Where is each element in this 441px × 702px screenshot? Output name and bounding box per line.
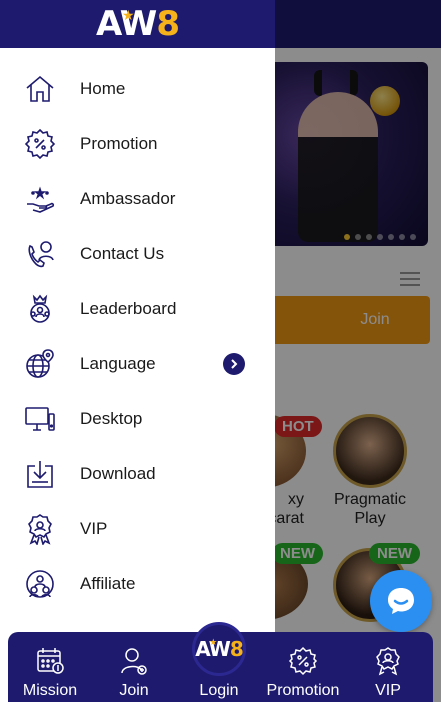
contact-phone-icon [24, 238, 56, 270]
drawer-item-label: Promotion [80, 133, 158, 153]
drawer-item-affiliate[interactable]: Affiliate [0, 556, 275, 611]
nav-vip-label: VIP [375, 682, 401, 699]
join-user-plus-icon [121, 648, 147, 675]
aw8-logo[interactable]: ★ AW8 [96, 4, 180, 44]
logo-star-icon: ★ [122, 8, 135, 24]
drawer-item-vip[interactable]: VIP [0, 501, 275, 556]
drawer-header: ★ AW8 [0, 0, 275, 48]
drawer-item-download[interactable]: Download [0, 446, 275, 501]
drawer-menu: Home Promotion Ambassador Contact Us Lea… [0, 61, 275, 611]
drawer-item-label: Leaderboard [80, 298, 177, 318]
mission-calendar-icon [37, 648, 64, 674]
live-chat-button[interactable] [370, 570, 432, 632]
drawer-item-contact-us[interactable]: Contact Us [0, 226, 275, 281]
desktop-monitor-icon [24, 403, 56, 435]
leaderboard-crown-icon [24, 293, 56, 325]
drawer-item-label: VIP [80, 518, 108, 538]
nav-login-label: Login [199, 682, 239, 699]
nav-join[interactable]: Join [94, 646, 174, 702]
drawer-item-label: Affiliate [80, 573, 136, 593]
bottom-nav: Mission Join ★ AW8 Login Promotion VIP [8, 622, 433, 702]
nav-promotion-label: Promotion [266, 682, 340, 699]
promotion-percent-icon [24, 128, 56, 160]
drawer-item-label: Home [80, 78, 126, 98]
drawer-item-home[interactable]: Home [0, 61, 275, 116]
drawer-item-promotion[interactable]: Promotion [0, 116, 275, 171]
nav-promotion[interactable]: Promotion [263, 646, 343, 702]
promotion-percent-icon [288, 646, 318, 676]
drawer-item-label: Download [80, 463, 156, 483]
side-drawer: ★ AW8 Home Promotion Ambassador Contact … [0, 0, 275, 702]
drawer-item-ambassador[interactable]: Ambassador [0, 171, 275, 226]
drawer-item-label: Desktop [80, 408, 143, 428]
language-globe-icon [24, 348, 56, 380]
nav-mission-label: Mission [22, 682, 78, 699]
chevron-right-icon[interactable] [223, 353, 245, 375]
chat-bubble-icon [388, 588, 414, 614]
affiliate-people-icon [24, 568, 56, 600]
download-icon [24, 458, 56, 490]
drawer-item-label: Language [80, 353, 156, 373]
vip-medal-icon [24, 513, 56, 546]
nav-login[interactable]: Login [179, 646, 259, 702]
nav-join-label: Join [119, 682, 149, 699]
drawer-item-leaderboard[interactable]: Leaderboard [0, 281, 275, 336]
drawer-item-label: Ambassador [80, 188, 176, 208]
logo-accent: 8 [156, 4, 180, 44]
nav-vip[interactable]: VIP [348, 646, 428, 702]
drawer-item-label: Contact Us [80, 243, 165, 263]
drawer-item-desktop[interactable]: Desktop [0, 391, 275, 446]
drawer-item-language[interactable]: Language [0, 336, 275, 391]
vip-medal-icon [376, 647, 400, 676]
home-icon [24, 73, 56, 105]
ambassador-hand-star-icon [24, 183, 56, 215]
nav-mission[interactable]: Mission [10, 646, 90, 702]
